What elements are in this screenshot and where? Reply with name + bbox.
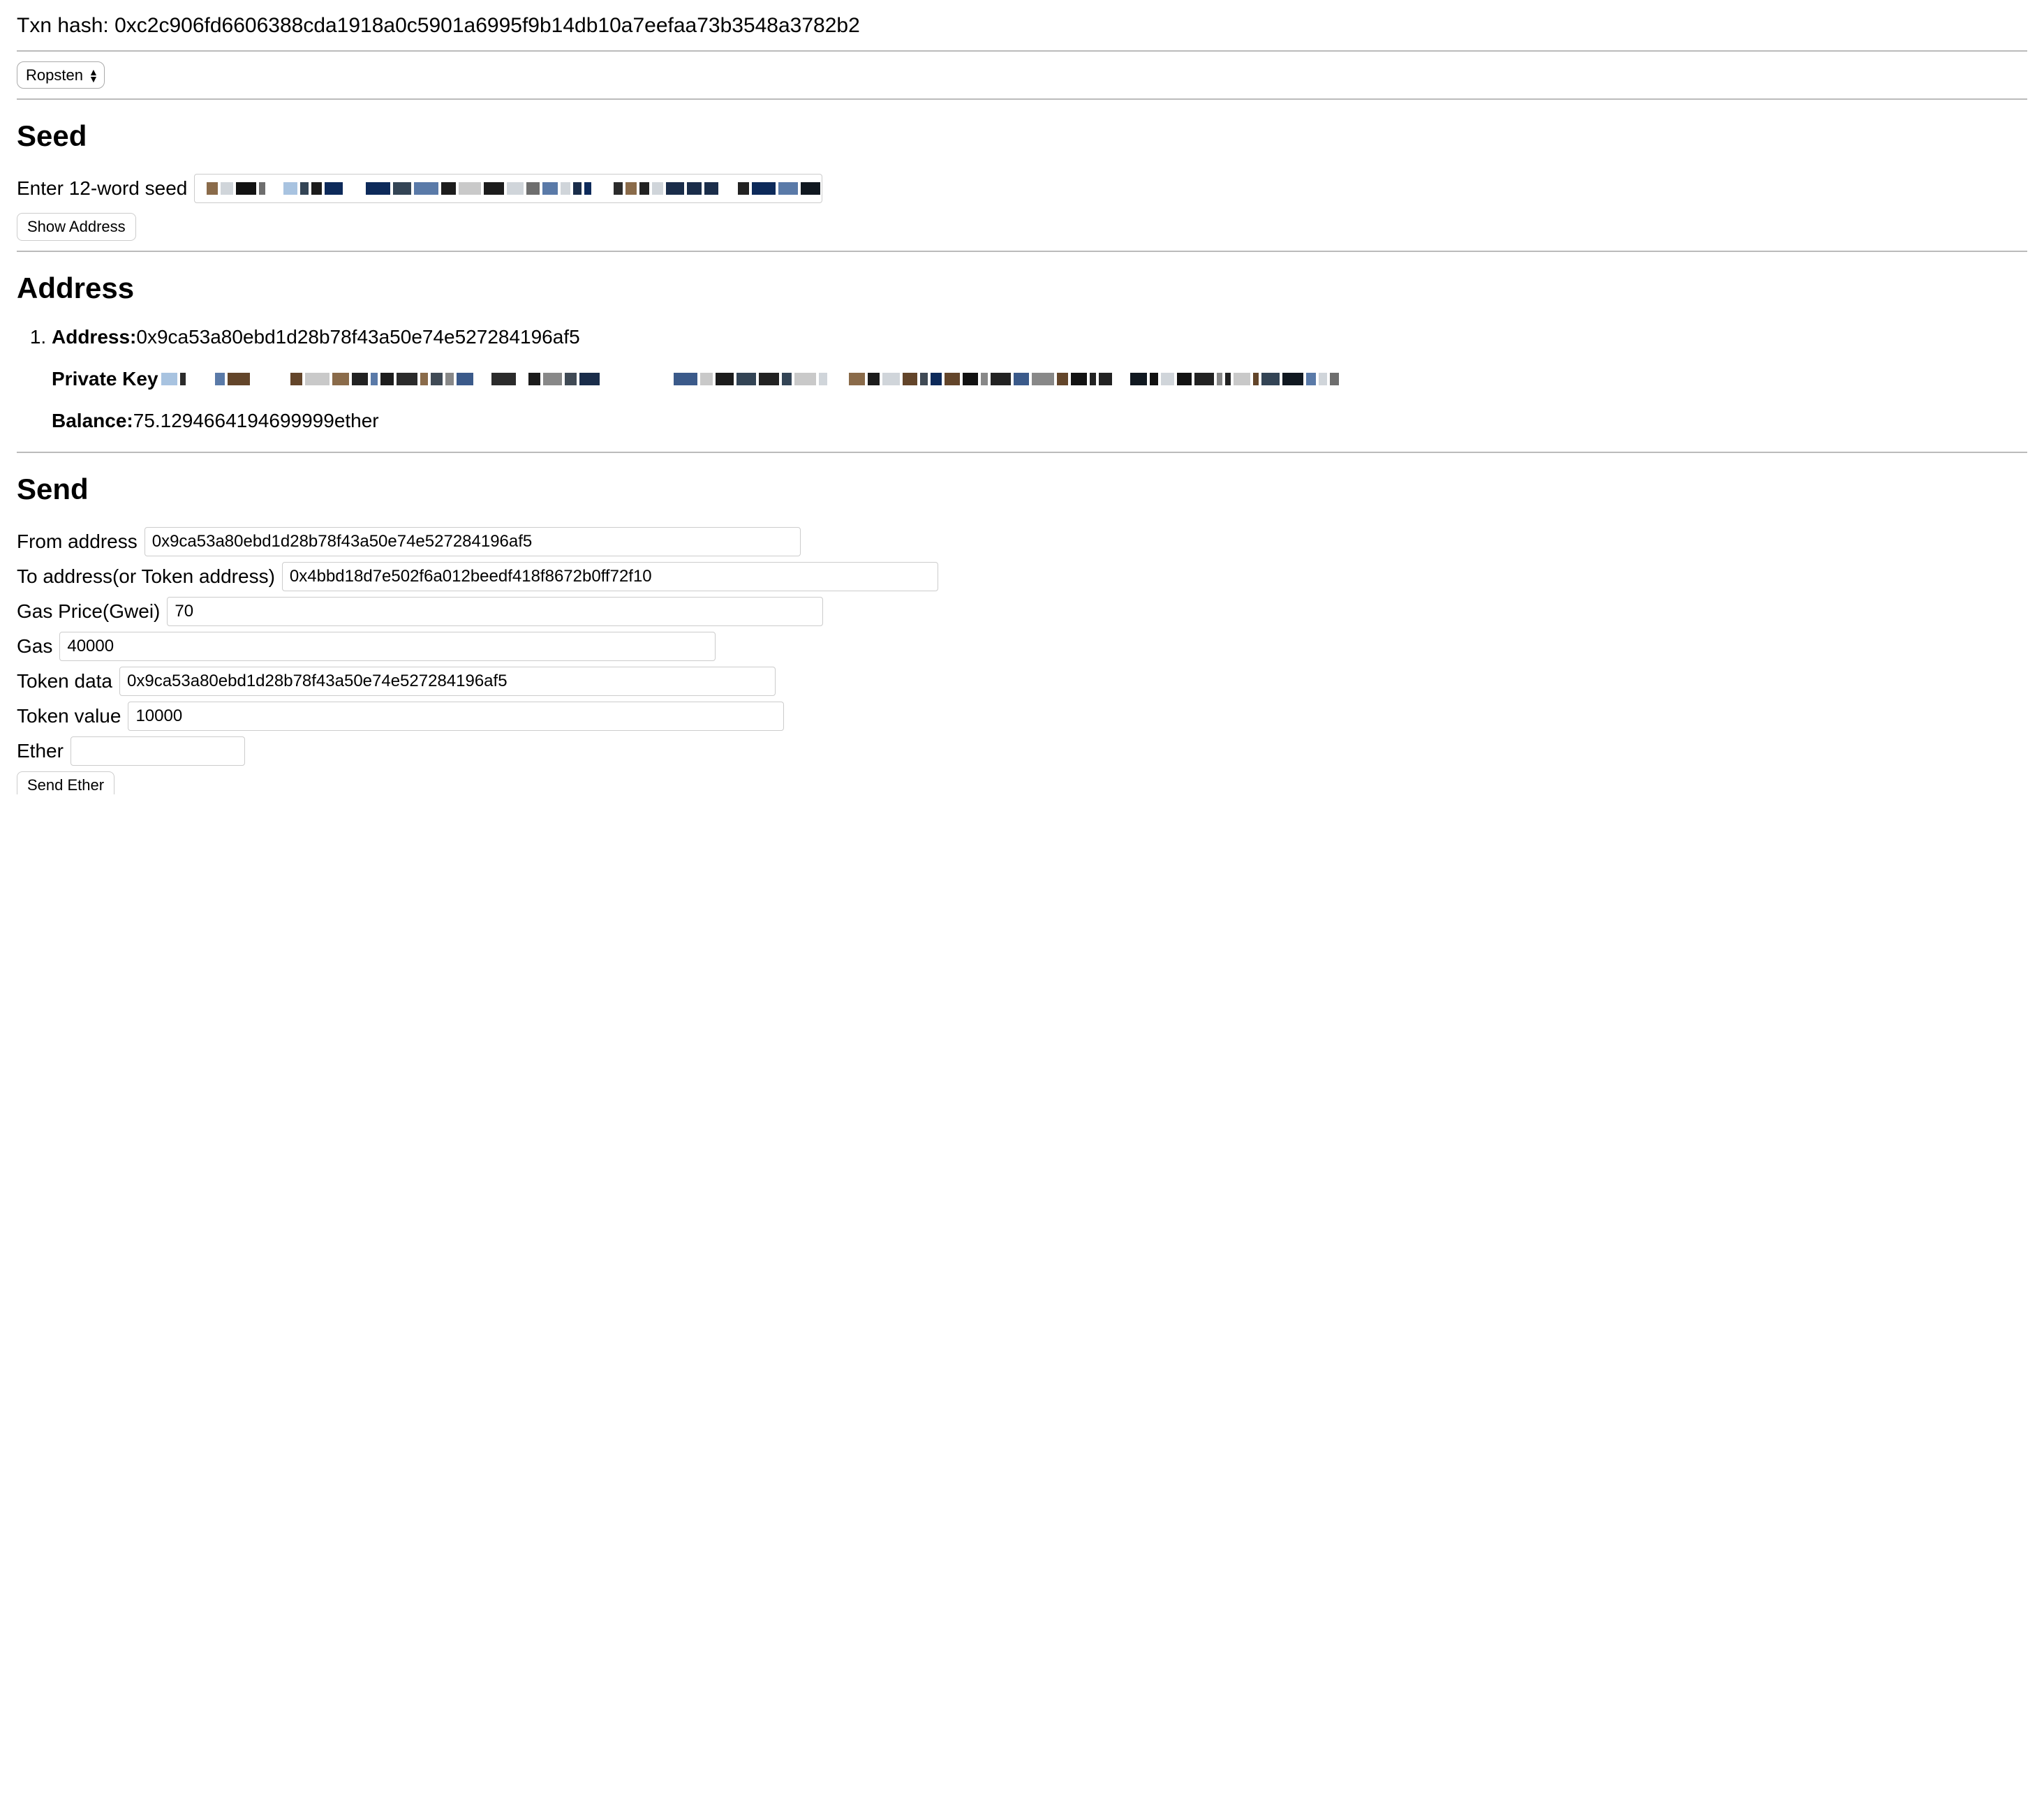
from-address-input[interactable] bbox=[145, 527, 801, 556]
address-heading: Address bbox=[17, 272, 2027, 305]
gas-price-input[interactable] bbox=[167, 597, 823, 626]
divider bbox=[17, 251, 2027, 252]
network-select-container[interactable]: Ropsten bbox=[17, 61, 105, 89]
txn-hash-label: Txn hash: bbox=[17, 14, 114, 37]
ether-row: Ether bbox=[17, 736, 2027, 766]
address-line: Address:0x9ca53a80ebd1d28b78f43a50e74e52… bbox=[52, 326, 2027, 348]
ether-label: Ether bbox=[17, 740, 64, 762]
seed-input-wrap bbox=[194, 174, 822, 203]
show-address-button-wrap: Show Address bbox=[17, 213, 2027, 241]
seed-input-label: Enter 12-word seed bbox=[17, 177, 187, 200]
network-select-wrap: Ropsten bbox=[17, 61, 2027, 89]
divider bbox=[17, 452, 2027, 453]
ether-input[interactable] bbox=[71, 736, 245, 766]
address-label: Address: bbox=[52, 326, 136, 348]
gas-label: Gas bbox=[17, 635, 52, 658]
gas-price-row: Gas Price(Gwei) bbox=[17, 597, 2027, 626]
address-value: 0x9ca53a80ebd1d28b78f43a50e74e527284196a… bbox=[136, 326, 579, 348]
token-data-input[interactable] bbox=[119, 667, 776, 696]
token-value-label: Token value bbox=[17, 705, 121, 727]
to-address-input[interactable] bbox=[282, 562, 938, 591]
seed-heading: Seed bbox=[17, 119, 2027, 153]
network-select[interactable]: Ropsten bbox=[23, 65, 86, 85]
address-list: Address:0x9ca53a80ebd1d28b78f43a50e74e52… bbox=[17, 326, 2027, 432]
private-key-label: Private Key bbox=[52, 368, 158, 390]
gas-input[interactable] bbox=[59, 632, 716, 661]
balance-line: Balance:75.1294664194699999ether bbox=[52, 410, 2027, 432]
txn-hash-row: Txn hash: 0xc2c906fd6606388cda1918a0c590… bbox=[17, 14, 2027, 38]
divider bbox=[17, 50, 2027, 52]
balance-unit: ether bbox=[334, 410, 379, 432]
select-arrows-icon bbox=[89, 68, 98, 82]
from-address-label: From address bbox=[17, 531, 138, 553]
send-ether-button-wrap: Send Ether bbox=[17, 771, 2027, 795]
address-list-item: Address:0x9ca53a80ebd1d28b78f43a50e74e52… bbox=[52, 326, 2027, 432]
token-value-row: Token value bbox=[17, 702, 2027, 731]
to-address-row: To address(or Token address) bbox=[17, 562, 2027, 591]
gas-row: Gas bbox=[17, 632, 2027, 661]
redacted-overlay bbox=[161, 373, 2027, 385]
txn-hash-value: 0xc2c906fd6606388cda1918a0c5901a6995f9b1… bbox=[114, 14, 860, 37]
from-address-row: From address bbox=[17, 527, 2027, 556]
token-data-label: Token data bbox=[17, 670, 112, 692]
seed-input[interactable] bbox=[194, 174, 822, 203]
to-address-label: To address(or Token address) bbox=[17, 565, 275, 588]
show-address-button[interactable]: Show Address bbox=[17, 213, 136, 241]
seed-input-row: Enter 12-word seed bbox=[17, 174, 2027, 203]
token-data-row: Token data bbox=[17, 667, 2027, 696]
send-ether-button[interactable]: Send Ether bbox=[17, 771, 114, 794]
token-value-input[interactable] bbox=[128, 702, 784, 731]
send-heading: Send bbox=[17, 473, 2027, 506]
private-key-line: Private Key bbox=[52, 368, 2027, 390]
balance-value: 75.1294664194699999 bbox=[133, 410, 334, 432]
divider bbox=[17, 98, 2027, 100]
balance-label: Balance: bbox=[52, 410, 133, 432]
gas-price-label: Gas Price(Gwei) bbox=[17, 600, 160, 623]
